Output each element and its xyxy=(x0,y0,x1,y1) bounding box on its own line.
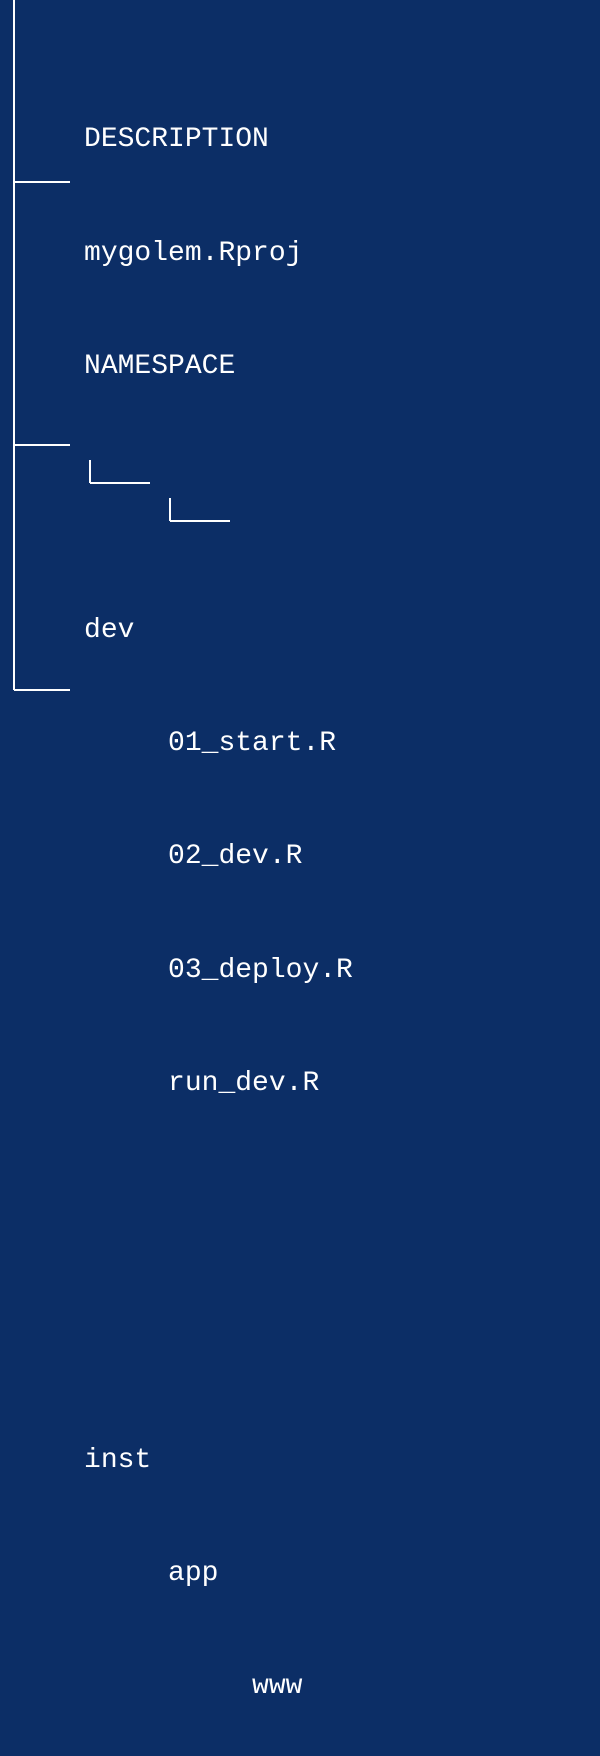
indent xyxy=(0,238,84,269)
indent xyxy=(0,1445,84,1476)
indent xyxy=(0,1671,252,1702)
indent xyxy=(0,1558,168,1589)
file-name: NAMESPACE xyxy=(84,351,235,382)
indent xyxy=(0,841,168,872)
file-name: run_dev.R xyxy=(168,1068,319,1099)
indent xyxy=(0,615,84,646)
file-name: 02_dev.R xyxy=(168,841,302,872)
indent xyxy=(0,124,84,155)
directory-tree: DESCRIPTION mygolem.Rproj NAMESPACE dev … xyxy=(0,8,521,1756)
dir-name: inst xyxy=(84,1445,151,1476)
indent xyxy=(0,351,84,382)
file-name: mygolem.Rproj xyxy=(84,238,302,269)
indent xyxy=(0,1068,168,1099)
indent xyxy=(0,955,168,986)
indent xyxy=(0,728,168,759)
dir-name: app xyxy=(168,1558,218,1589)
dir-name: www xyxy=(252,1671,302,1702)
file-name: DESCRIPTION xyxy=(84,124,269,155)
file-name: 01_start.R xyxy=(168,728,336,759)
file-name: 03_deploy.R xyxy=(168,955,353,986)
dir-name: dev xyxy=(84,615,134,646)
